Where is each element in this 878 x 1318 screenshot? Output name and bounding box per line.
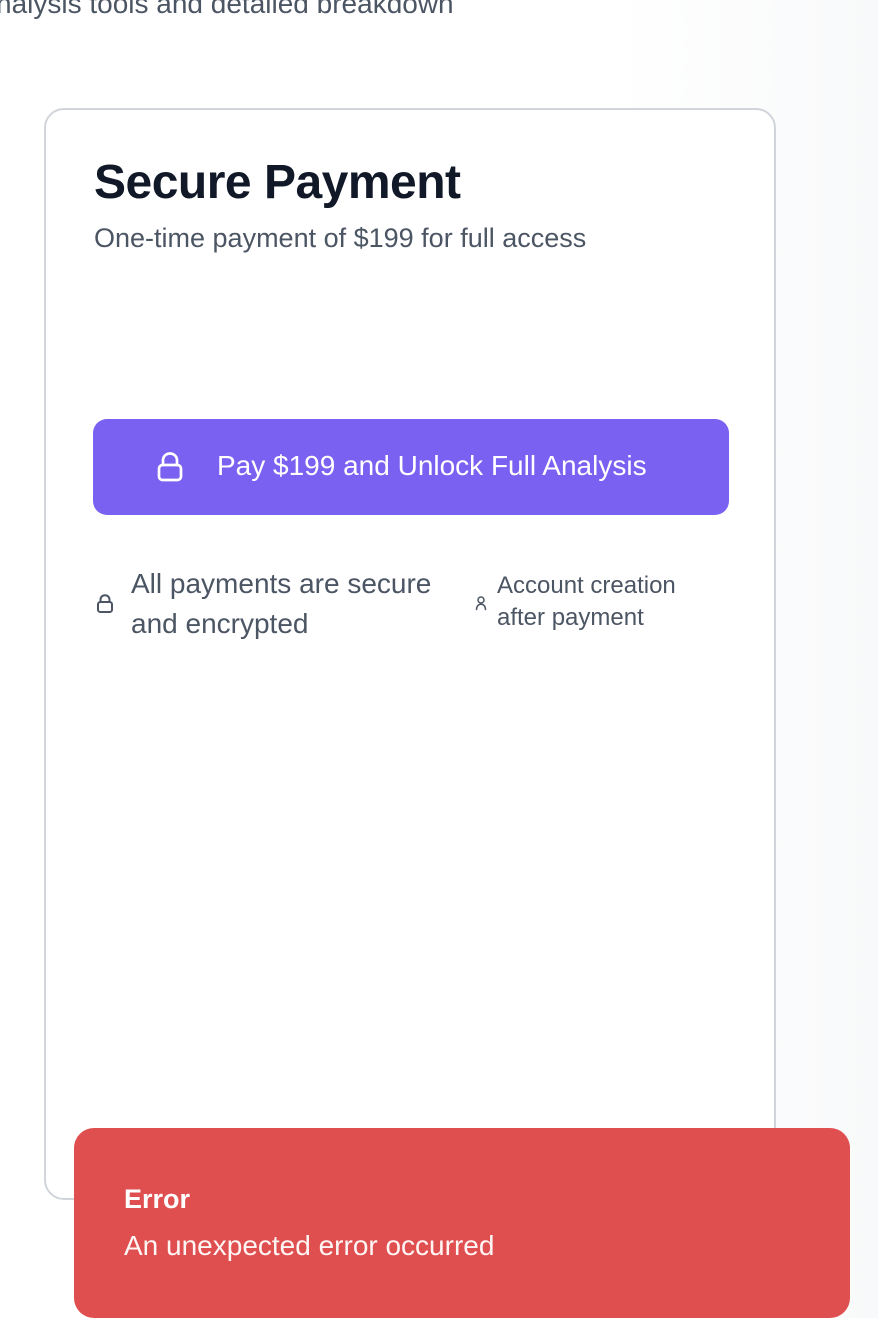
page-description-fragment: nalysis tools and detailed breakdown [0,0,454,19]
error-toast[interactable]: Error An unexpected error occurred [74,1128,850,1318]
lock-icon [154,450,186,484]
secure-payment-note: All payments are secure and encrypted [131,568,432,639]
lock-icon [95,593,115,615]
payment-title: Secure Payment [94,156,461,209]
payment-subtitle: One-time payment of $199 for full access [94,223,587,253]
account-creation-note: Account creation after payment [497,572,676,631]
error-toast-message: An unexpected error occurred [124,1230,495,1261]
pay-button-label: Pay $199 and Unlock Full Analysis [217,450,647,481]
error-toast-title: Error [124,1184,191,1214]
pay-and-unlock-button[interactable]: Pay $199 and Unlock Full Analysis [93,419,729,515]
secure-payment-card: Secure Payment One-time payment of $199 … [44,108,776,1200]
user-icon [474,595,488,611]
